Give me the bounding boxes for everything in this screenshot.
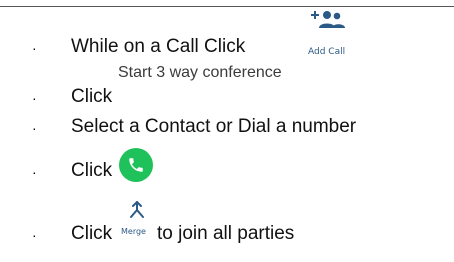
bullet: ·	[32, 40, 37, 56]
add-person-group-icon[interactable]	[310, 8, 346, 32]
call-button[interactable]	[119, 148, 153, 182]
step-text: While on a Call Click	[71, 36, 246, 57]
step-add-call: · While on a Call Click	[0, 36, 454, 66]
step-select-contact: · Select a Contact or Dial a number	[0, 116, 454, 146]
step-click-call: · Click	[0, 160, 454, 190]
merge-button-label[interactable]: Merge	[121, 227, 146, 236]
top-rule	[0, 6, 454, 7]
merge-arrow-icon[interactable]	[128, 199, 146, 219]
step-text: Click	[71, 160, 113, 181]
start-conference-button[interactable]: Start 3 way conference	[118, 64, 282, 82]
step-start-conference: · Click	[0, 86, 454, 116]
bullet: ·	[32, 120, 37, 136]
step-text: Click	[71, 86, 113, 107]
step-text: Select a Contact or Dial a number	[71, 116, 357, 137]
bullet: ·	[32, 227, 37, 243]
join-all-parties-text: to join all parties	[157, 223, 295, 244]
add-call-button-label[interactable]: Add Call	[308, 47, 345, 57]
phone-icon	[129, 158, 143, 172]
step-text: Click	[71, 223, 113, 244]
bullet: ·	[32, 90, 37, 106]
bullet: ·	[32, 164, 37, 180]
